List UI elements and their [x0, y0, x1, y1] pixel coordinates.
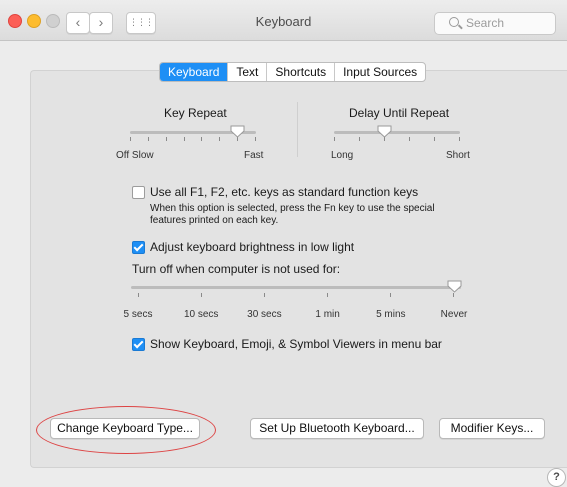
key-repeat-tick	[219, 137, 221, 141]
key-repeat-title: Key Repeat	[164, 106, 227, 120]
delay-tick	[459, 137, 460, 141]
delay-tick	[359, 137, 360, 141]
backlight-tick	[390, 293, 391, 297]
backlight-tick	[138, 293, 139, 297]
help-button[interactable]: ?	[547, 468, 566, 487]
backlight-stop-label: 30 secs	[247, 309, 282, 320]
backlight-slider-knob[interactable]	[447, 280, 462, 293]
delay-until-repeat-title: Delay Until Repeat	[349, 106, 450, 120]
delay-slider-knob[interactable]	[377, 125, 392, 138]
backlight-slider-track[interactable]	[131, 286, 461, 289]
title-bar: ‹ › ⋮⋮⋮ Keyboard Search	[0, 0, 567, 41]
delay-tick	[334, 137, 335, 141]
key-repeat-tick	[130, 137, 131, 141]
key-repeat-tick	[201, 137, 203, 141]
key-repeat-slider-knob[interactable]	[230, 125, 245, 138]
tab-keyboard[interactable]: Keyboard	[160, 63, 228, 81]
tab-bar: Keyboard Text Shortcuts Input Sources	[159, 62, 427, 82]
backlight-stop-label: 5 secs	[123, 309, 153, 320]
close-window-icon[interactable]	[8, 14, 22, 28]
viewers-checkbox[interactable]	[132, 338, 145, 351]
search-placeholder: Search	[466, 16, 505, 30]
backlight-timeout-title: Turn off when computer is not used for:	[132, 262, 341, 276]
key-repeat-max-label: Fast	[244, 150, 264, 161]
key-repeat-tick	[147, 137, 149, 141]
delay-tick	[409, 137, 410, 141]
minimize-window-icon[interactable]	[27, 14, 41, 28]
backlight-tick	[201, 293, 202, 297]
search-icon	[449, 17, 459, 27]
back-button[interactable]: ‹	[66, 12, 90, 34]
backlight-stop-label: 10 secs	[183, 309, 219, 320]
backlight-tick	[453, 293, 454, 297]
delay-tick	[434, 137, 435, 141]
bluetooth-keyboard-button[interactable]: Set Up Bluetooth Keyboard...	[250, 418, 424, 439]
chevron-right-icon: ›	[98, 14, 104, 30]
delay-max-label: Short	[446, 150, 470, 161]
backlight-stop-label: 1 min	[315, 309, 340, 320]
zoom-window-icon[interactable]	[46, 14, 60, 28]
backlight-tick	[264, 293, 265, 297]
modifier-keys-button[interactable]: Modifier Keys...	[439, 418, 545, 439]
key-repeat-tick	[165, 137, 167, 141]
function-keys-checkbox[interactable]	[132, 186, 145, 199]
backlight-stop-label: Never	[440, 309, 468, 320]
function-keys-label[interactable]: Use all F1, F2, etc. keys as standard fu…	[150, 185, 418, 199]
search-field[interactable]: Search	[434, 12, 556, 35]
key-repeat-tick	[183, 137, 185, 141]
slider-divider	[297, 102, 298, 157]
backlight-tick	[327, 293, 328, 297]
delay-slider-track[interactable]	[334, 131, 460, 134]
tab-input-sources[interactable]: Input Sources	[334, 63, 425, 81]
brightness-checkbox[interactable]	[132, 241, 145, 254]
backlight-stop-label: 5 mins	[376, 309, 406, 320]
tab-shortcuts[interactable]: Shortcuts	[266, 63, 334, 81]
forward-button[interactable]: ›	[89, 12, 113, 34]
window-title: Keyboard	[255, 14, 312, 29]
key-repeat-tick	[255, 137, 256, 141]
tab-text[interactable]: Text	[227, 63, 266, 81]
function-keys-note-line1: When this option is selected, press the …	[150, 203, 435, 214]
brightness-label[interactable]: Adjust keyboard brightness in low light	[150, 240, 354, 254]
key-repeat-min-label: Off Slow	[116, 150, 154, 161]
delay-min-label: Long	[331, 150, 354, 161]
viewers-label[interactable]: Show Keyboard, Emoji, & Symbol Viewers i…	[150, 337, 442, 351]
chevron-left-icon: ‹	[75, 14, 81, 30]
function-keys-note-line2: features printed on each key.	[150, 215, 279, 226]
highlight-ellipse	[36, 406, 216, 454]
